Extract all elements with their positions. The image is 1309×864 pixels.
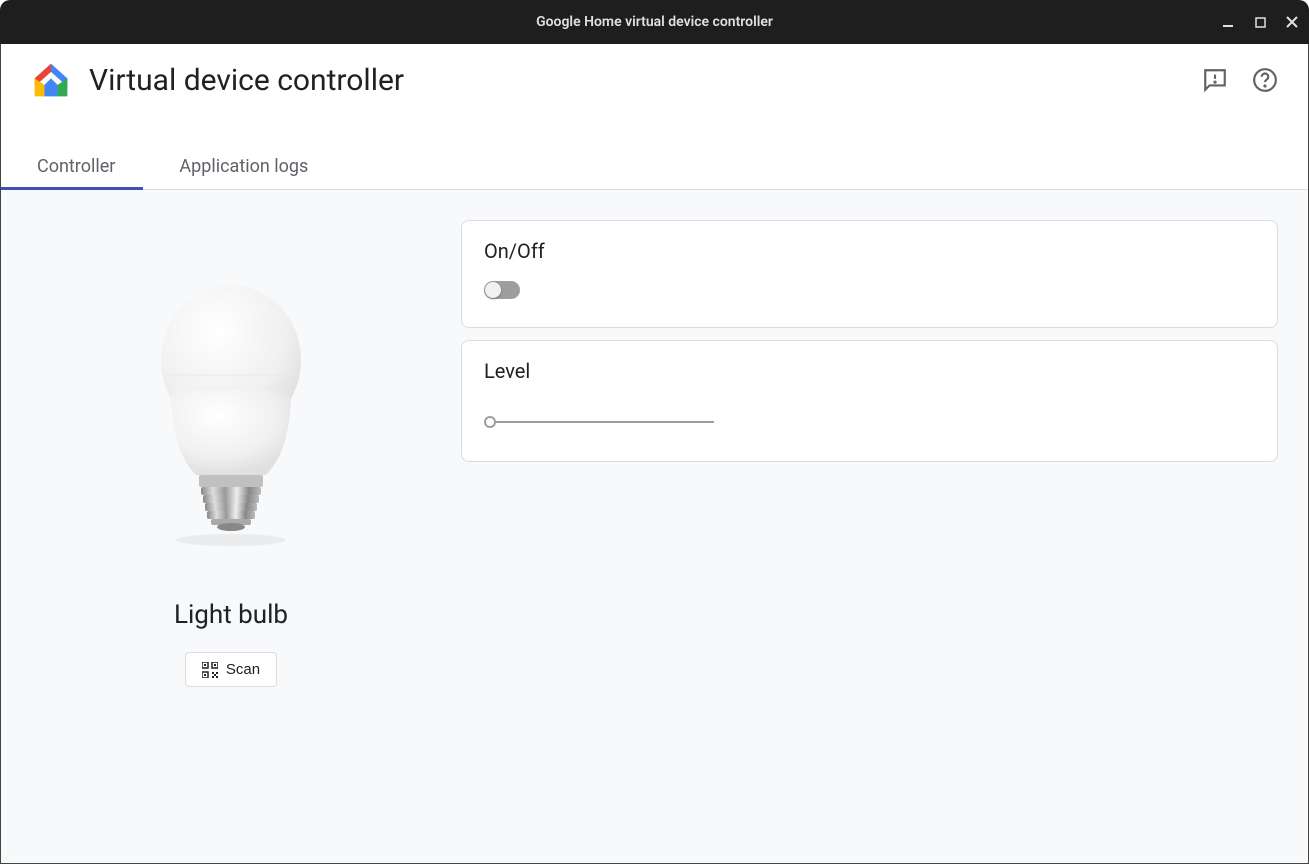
qr-code-icon bbox=[202, 662, 218, 678]
controls-panel: On/Off Level bbox=[461, 220, 1278, 833]
scan-button[interactable]: Scan bbox=[185, 652, 277, 687]
feedback-icon[interactable] bbox=[1202, 67, 1228, 93]
main-content: Light bulb Scan bbox=[1, 190, 1308, 863]
tab-application-logs[interactable]: Application logs bbox=[143, 144, 336, 189]
app-title: Virtual device controller bbox=[89, 63, 1184, 98]
tab-controller[interactable]: Controller bbox=[1, 144, 143, 189]
maximize-button[interactable] bbox=[1253, 15, 1267, 29]
tab-label: Controller bbox=[37, 156, 115, 177]
on-off-toggle[interactable] bbox=[484, 281, 520, 299]
titlebar: Google Home virtual device controller bbox=[0, 0, 1309, 44]
slider-track bbox=[484, 421, 714, 423]
on-off-label: On/Off bbox=[484, 239, 1255, 263]
on-off-card: On/Off bbox=[461, 220, 1278, 328]
light-bulb-icon bbox=[141, 280, 321, 560]
device-name: Light bulb bbox=[174, 600, 288, 630]
tab-label: Application logs bbox=[179, 156, 308, 177]
window-controls bbox=[1221, 15, 1299, 29]
minimize-button[interactable] bbox=[1221, 15, 1235, 29]
level-label: Level bbox=[484, 359, 1255, 383]
close-button[interactable] bbox=[1285, 15, 1299, 29]
window-title: Google Home virtual device controller bbox=[536, 14, 773, 30]
google-home-logo-icon bbox=[31, 62, 71, 98]
level-slider[interactable] bbox=[484, 413, 714, 433]
tabs: Controller Application logs bbox=[1, 144, 1308, 190]
scan-button-label: Scan bbox=[226, 661, 260, 678]
app-header: Virtual device controller bbox=[1, 44, 1308, 116]
device-panel: Light bulb Scan bbox=[31, 220, 431, 833]
slider-thumb[interactable] bbox=[484, 416, 496, 428]
toggle-thumb bbox=[485, 282, 501, 298]
app-window: Virtual device controller Controller App… bbox=[0, 44, 1309, 864]
help-icon[interactable] bbox=[1252, 67, 1278, 93]
level-card: Level bbox=[461, 340, 1278, 462]
header-icons bbox=[1202, 67, 1278, 93]
